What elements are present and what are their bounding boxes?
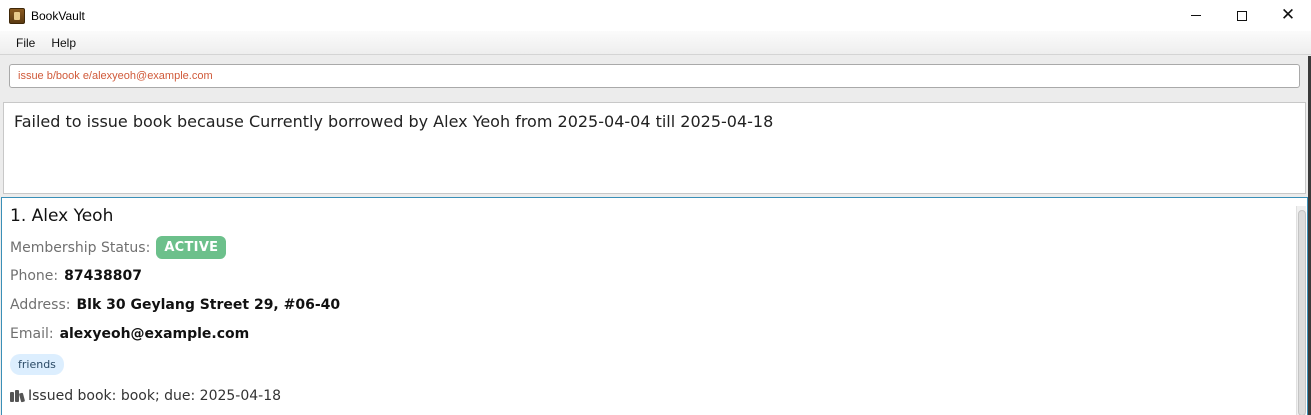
address-label: Address: <box>10 297 71 313</box>
menu-bar: File Help <box>0 31 1311 55</box>
tag-friends: friends <box>10 354 64 375</box>
list-scrollbar[interactable] <box>1296 206 1306 415</box>
person-card[interactable]: 1. Alex Yeoh Membership Status: ACTIVE P… <box>2 198 1295 415</box>
phone-row: Phone: 87438807 <box>10 268 142 284</box>
person-name: 1. Alex Yeoh <box>10 206 114 226</box>
membership-row: Membership Status: ACTIVE <box>10 236 227 259</box>
issued-book-row: Issued book: book; due: 2025-04-18 <box>10 388 281 404</box>
address-row: Address: Blk 30 Geylang Street 29, #06-4… <box>10 297 340 313</box>
app-window: BookVault ✕ File Help Failed to issue bo… <box>0 0 1311 415</box>
command-input[interactable] <box>9 64 1300 88</box>
menu-help[interactable]: Help <box>43 36 84 50</box>
scrollbar-thumb[interactable] <box>1298 210 1306 415</box>
email-value: alexyeoh@example.com <box>59 326 250 342</box>
maximize-button[interactable] <box>1219 0 1265 31</box>
person-list[interactable]: 1. Alex Yeoh Membership Status: ACTIVE P… <box>1 197 1308 415</box>
minimize-button[interactable] <box>1173 0 1219 31</box>
window-title: BookVault <box>31 8 85 23</box>
maximize-icon <box>1237 10 1247 21</box>
issued-book-text: Issued book: book; due: 2025-04-18 <box>28 388 282 404</box>
status-badge: ACTIVE <box>156 236 227 259</box>
window-controls: ✕ <box>1173 0 1311 31</box>
phone-label: Phone: <box>10 268 59 284</box>
close-button[interactable]: ✕ <box>1265 0 1311 31</box>
result-message: Failed to issue book because Currently b… <box>14 112 774 131</box>
email-label: Email: <box>10 326 54 342</box>
membership-label: Membership Status: <box>10 239 151 256</box>
result-display[interactable]: Failed to issue book because Currently b… <box>3 102 1306 194</box>
title-bar[interactable]: BookVault ✕ <box>0 0 1311 31</box>
books-icon <box>10 390 26 403</box>
menu-file[interactable]: File <box>8 36 43 50</box>
close-icon: ✕ <box>1280 5 1296 25</box>
command-box-area <box>0 56 1308 96</box>
address-value: Blk 30 Geylang Street 29, #06-40 <box>76 297 341 313</box>
bookvault-app-icon <box>9 7 25 24</box>
phone-value: 87438807 <box>64 268 143 284</box>
email-row: Email: alexyeoh@example.com <box>10 326 249 342</box>
minimize-icon <box>1191 15 1201 16</box>
